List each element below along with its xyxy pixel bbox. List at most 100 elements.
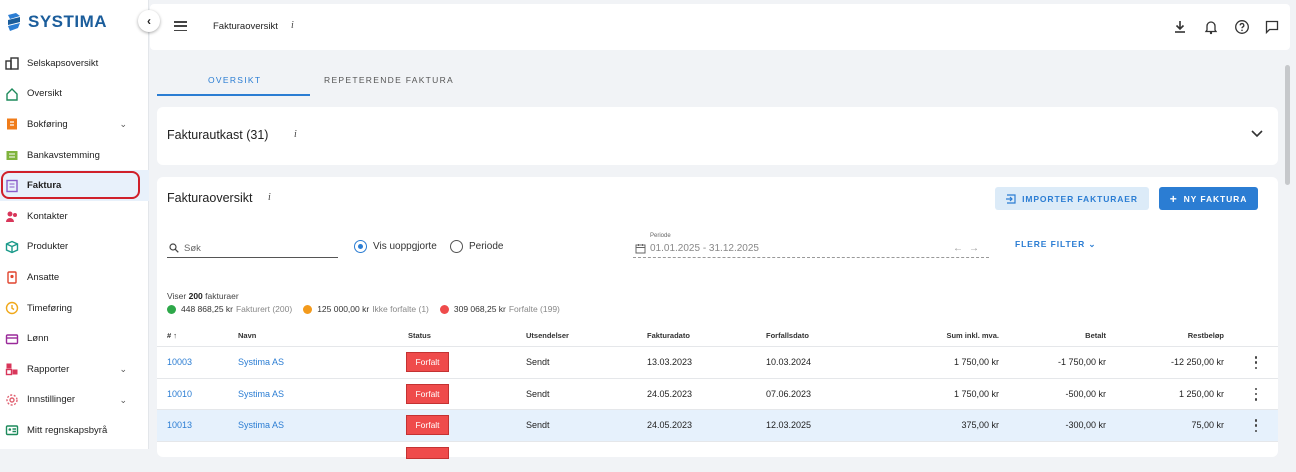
summary-amount: 125 000,00 kr <box>317 304 369 314</box>
chevron-down-icon[interactable]: ⌄ <box>119 364 127 375</box>
chevron-down-icon[interactable]: ⌄ <box>119 119 127 130</box>
showing-prefix: Viser <box>167 291 186 301</box>
arrow-right-icon[interactable]: → <box>969 243 985 254</box>
search-input[interactable]: Søk <box>167 237 338 258</box>
more-options-icon[interactable] <box>1254 388 1258 401</box>
info-icon[interactable]: i <box>291 20 294 31</box>
menu-icon[interactable] <box>174 21 187 31</box>
bell-icon[interactable] <box>1203 19 1219 35</box>
radio-unsettled[interactable]: Vis uoppgjorte <box>354 240 437 253</box>
help-icon[interactable] <box>1234 19 1250 35</box>
sidebar-item-rapporter[interactable]: Rapporter ⌄ <box>0 354 149 385</box>
due-date: 07.06.2023 <box>766 389 811 399</box>
summary-amount: 448 868,25 kr <box>181 304 233 314</box>
chevron-down-icon[interactable]: ⌄ <box>119 395 127 406</box>
radio-unchecked-icon <box>450 240 463 253</box>
sidebar-item-innstillinger[interactable]: Innstillinger⌄ <box>0 385 149 416</box>
sidebar-item-label: Bokføring <box>27 119 68 130</box>
invoice-number-link[interactable]: 10013 <box>167 420 192 430</box>
radio-period[interactable]: Periode <box>450 240 503 253</box>
sidebar-item-mitt-regnskapsbyra[interactable]: Mitt regnskapsbyrå <box>0 415 149 446</box>
brand-logo[interactable]: SYSTIMA <box>6 8 107 36</box>
due-date: 12.03.2025 <box>766 420 811 430</box>
info-icon[interactable]: i <box>268 192 271 203</box>
scrollbar[interactable] <box>1285 65 1290 185</box>
new-invoice-label: NY FAKTURA <box>1184 194 1248 204</box>
period-label: Periode <box>650 233 671 239</box>
period-field[interactable]: Periode 01.01.2025 - 31.12.2025 ←→ <box>633 230 989 258</box>
col-header-invoice-date[interactable]: Fakturadato <box>647 331 690 340</box>
bank-reconcile-icon <box>5 148 19 162</box>
col-header-due-date[interactable]: Forfallsdato <box>766 331 809 340</box>
summary-label[interactable]: Forfalte (199) <box>509 304 560 314</box>
more-options-icon[interactable] <box>1254 356 1258 369</box>
tab-repeterende-faktura[interactable]: REPETERENDE FAKTURA <box>324 75 454 85</box>
breadcrumb: Fakturaoversikt <box>213 21 278 32</box>
search-icon <box>169 243 179 253</box>
download-icon[interactable] <box>1172 19 1188 35</box>
import-icon <box>1006 194 1016 204</box>
col-header-sent[interactable]: Utsendelser <box>526 331 569 340</box>
tab-oversikt[interactable]: OVERSIKT <box>208 75 261 85</box>
sidebar-item-kontakter[interactable]: Kontakter <box>0 201 149 232</box>
col-header-paid[interactable]: Betalt <box>1006 331 1106 340</box>
customer-name-link[interactable]: Systima AS <box>238 420 284 430</box>
sidebar-item-label: Oversikt <box>27 88 62 99</box>
sidebar-item-selskapsoversikt[interactable]: Selskapsoversikt <box>0 48 149 79</box>
col-header-num[interactable]: # ↑ <box>167 331 177 340</box>
sidebar-item-label: Rapporter <box>27 364 69 375</box>
sidebar-item-timeforing[interactable]: Timeføring <box>0 293 149 324</box>
info-icon[interactable]: i <box>294 129 297 140</box>
col-header-status[interactable]: Status <box>408 331 431 340</box>
table-row[interactable] <box>157 441 1278 472</box>
draft-panel[interactable]: Fakturautkast (31) i <box>157 107 1278 165</box>
table-row[interactable]: 10013Systima ASForfaltSendt24.05.202312.… <box>157 409 1278 441</box>
sidebar-item-produkter[interactable]: Produkter <box>0 232 149 263</box>
showing-suffix: fakturaer <box>205 291 239 301</box>
paid-amount: -1 750,00 kr <box>1006 357 1106 367</box>
wallet-icon <box>5 332 19 346</box>
summary-label[interactable]: Ikke forfalte (1) <box>372 304 429 314</box>
sidebar-item-lonn[interactable]: Lønn <box>0 323 149 354</box>
customer-name-link[interactable]: Systima AS <box>238 357 284 367</box>
period-arrows[interactable]: ←→ <box>953 243 985 254</box>
sidebar-item-label: Selskapsoversikt <box>27 58 98 69</box>
more-options-icon[interactable] <box>1254 419 1258 432</box>
chat-icon[interactable] <box>1264 19 1280 35</box>
col-header-sum[interactable]: Sum inkl. mva. <box>899 331 999 340</box>
calendar-icon <box>635 243 646 254</box>
arrow-left-icon[interactable]: ← <box>953 243 969 254</box>
table-row[interactable]: 10003Systima ASForfaltSendt13.03.202310.… <box>157 346 1278 378</box>
col-header-remaining[interactable]: Restbeløp <box>1124 331 1224 340</box>
import-invoices-button[interactable]: IMPORTER FAKTURAER <box>995 187 1149 210</box>
systima-logo-icon <box>6 12 22 32</box>
chevron-down-icon[interactable] <box>1250 129 1264 139</box>
sidebar-item-faktura[interactable]: Faktura <box>0 170 149 201</box>
draft-title: Fakturautkast (31) <box>167 128 268 142</box>
sidebar-item-label: Produkter <box>27 241 68 252</box>
sidebar-item-bokforing[interactable]: Bokføring ⌄ <box>0 109 149 140</box>
sent-status: Sendt <box>526 357 550 367</box>
plus-icon: + <box>1170 192 1178 206</box>
sidebar-item-oversikt[interactable]: Oversikt <box>0 79 149 110</box>
sidebar-item-label: Mitt regnskapsbyrå <box>27 425 107 436</box>
new-invoice-button[interactable]: + NY FAKTURA <box>1159 187 1258 210</box>
invoice-number-link[interactable]: 10010 <box>167 389 192 399</box>
remaining-amount: 75,00 kr <box>1124 420 1224 430</box>
collapse-sidebar-button[interactable]: ‹ <box>138 10 160 32</box>
summary-legend: 448 868,25 krFakturert (200) 125 000,00 k… <box>167 304 571 314</box>
radio-period-label: Periode <box>469 241 503 252</box>
invoice-date: 13.03.2023 <box>647 357 692 367</box>
col-header-name[interactable]: Navn <box>238 331 256 340</box>
more-filters-button[interactable]: FLERE FILTER ⌄ <box>1015 239 1096 250</box>
sidebar-item-ansatte[interactable]: Ansatte <box>0 262 149 293</box>
invoice-number-link[interactable]: 10003 <box>167 357 192 367</box>
sidebar-item-bankavstemming[interactable]: Bankavstemming <box>0 140 149 171</box>
summary-label[interactable]: Fakturert (200) <box>236 304 292 314</box>
sidebar-item-label: Kontakter <box>27 211 68 222</box>
table-row[interactable]: 10010Systima ASForfaltSendt24.05.202307.… <box>157 378 1278 410</box>
home-icon <box>5 87 19 101</box>
customer-name-link[interactable]: Systima AS <box>238 389 284 399</box>
sidebar-item-label: Ansatte <box>27 272 59 283</box>
invoice-date: 24.05.2023 <box>647 420 692 430</box>
